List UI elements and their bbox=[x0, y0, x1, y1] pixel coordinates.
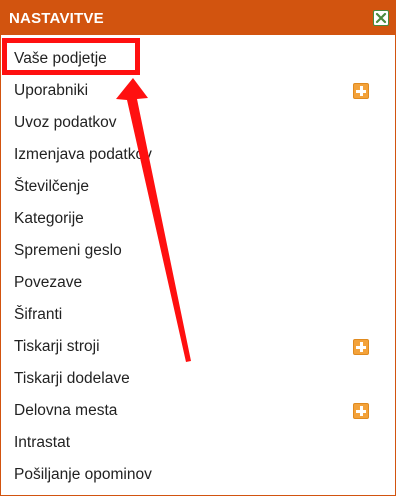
menu-item-uporabniki[interactable]: Uporabniki bbox=[1, 75, 395, 107]
close-icon[interactable] bbox=[373, 10, 389, 26]
menu-item-povezave[interactable]: Povezave bbox=[1, 267, 395, 299]
plus-icon[interactable] bbox=[353, 339, 369, 355]
menu-item-label: Tiskarji stroji bbox=[14, 338, 100, 355]
menu-item-spremeni-geslo[interactable]: Spremeni geslo bbox=[1, 235, 395, 267]
menu-item-kategorije[interactable]: Kategorije bbox=[1, 203, 395, 235]
menu-item-label: Pošiljanje opominov bbox=[14, 466, 152, 483]
plus-icon[interactable] bbox=[353, 403, 369, 419]
menu-item-delovna-mesta[interactable]: Delovna mesta bbox=[1, 395, 395, 427]
menu-item-posiljanje-opominov[interactable]: Pošiljanje opominov bbox=[1, 459, 395, 491]
menu-item-label: Kategorije bbox=[14, 210, 84, 227]
menu-item-sifranti[interactable]: Šifranti bbox=[1, 299, 395, 331]
panel-title: NASTAVITVE bbox=[9, 10, 104, 27]
menu-item-tiskarji-dodelave[interactable]: Tiskarji dodelave bbox=[1, 363, 395, 395]
menu-item-label: Povezave bbox=[14, 274, 83, 291]
menu-item-izmenjava-podatkov[interactable]: Izmenjava podatkov bbox=[1, 139, 395, 171]
menu-item-label: Šifranti bbox=[14, 306, 63, 323]
panel-header: NASTAVITVE bbox=[1, 1, 395, 35]
menu-item-label: Izmenjava podatkov bbox=[14, 146, 152, 163]
menu-item-label: Številčenje bbox=[14, 178, 89, 195]
menu-item-label: Tiskarji dodelave bbox=[14, 370, 130, 387]
menu-item-label: Spremeni geslo bbox=[14, 242, 122, 259]
menu-item-stevilcenje[interactable]: Številčenje bbox=[1, 171, 395, 203]
menu-item-uvoz-podatkov[interactable]: Uvoz podatkov bbox=[1, 107, 395, 139]
menu-item-label: Delovna mesta bbox=[14, 402, 118, 419]
menu-item-intrastat[interactable]: Intrastat bbox=[1, 427, 395, 459]
settings-panel: NASTAVITVE Vaše podjetje Uporabniki Uvoz… bbox=[0, 0, 396, 496]
menu-item-label: Uporabniki bbox=[14, 82, 89, 99]
menu-item-tiskarji-stroji[interactable]: Tiskarji stroji bbox=[1, 331, 395, 363]
menu-item-label: Uvoz podatkov bbox=[14, 114, 117, 131]
menu-item-vase-podjetje[interactable]: Vaše podjetje bbox=[1, 43, 395, 75]
plus-icon[interactable] bbox=[353, 83, 369, 99]
settings-menu: Vaše podjetje Uporabniki Uvoz podatkov I… bbox=[1, 43, 395, 491]
menu-item-label: Intrastat bbox=[14, 434, 70, 451]
menu-item-label: Vaše podjetje bbox=[14, 50, 107, 67]
